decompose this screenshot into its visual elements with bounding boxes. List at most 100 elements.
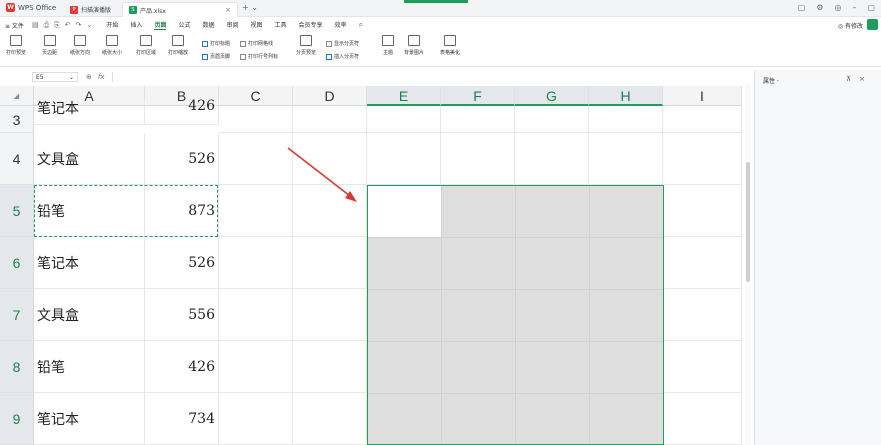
name-box[interactable]: E5 ⌄ bbox=[32, 72, 78, 82]
table-beautify-button[interactable]: 表格美化 bbox=[440, 35, 460, 56]
panel-controls: ⊼ × bbox=[846, 75, 865, 83]
share-button[interactable] bbox=[867, 19, 878, 30]
insert-page-break-button[interactable]: 插入分页符 bbox=[326, 53, 359, 60]
print-headings-checkbox[interactable]: 打印行号列标 bbox=[240, 53, 278, 60]
button-label: 主题 bbox=[382, 50, 393, 56]
menu-bar: ≡ 文件 ▤ ⎙ ⎘ ↶ ↷ ⌄ 开始 插入 页面 公式 数据 审阅 视图 工具… bbox=[0, 17, 881, 33]
menu-tab-insert[interactable]: 插入 bbox=[130, 20, 142, 30]
window-controls: ▢ ⚙ ◎ – ▢ bbox=[798, 3, 875, 12]
panel-title[interactable]: 属性 · bbox=[763, 76, 779, 85]
button-label: 纸张大小 bbox=[102, 50, 123, 56]
avatar-icon[interactable]: ◎ bbox=[834, 3, 841, 12]
button-label: 打印预览 bbox=[6, 50, 27, 56]
pdf-icon: P bbox=[70, 5, 78, 14]
app-name[interactable]: W WPS Office bbox=[6, 3, 56, 12]
properties-panel: 属性 · ⊼ × bbox=[754, 70, 881, 445]
formula-input[interactable] bbox=[112, 72, 748, 82]
orientation-icon bbox=[74, 35, 86, 46]
menu-tab-tools[interactable]: 工具 bbox=[275, 20, 287, 30]
tab-pdf[interactable]: P 扫描演播版 bbox=[64, 2, 122, 17]
cell-reference: E5 bbox=[36, 73, 44, 81]
header-footer-icon bbox=[202, 53, 208, 60]
scrollbar-thumb[interactable] bbox=[746, 162, 750, 282]
spreadsheet-grid[interactable]: ◢ A B C D E F G H I 3 笔记本 426 4 文具盒 526 5 铅笔 873 6 笔记本 526 7 文… bbox=[0, 86, 748, 445]
print-gridlines-checkbox[interactable]: 打印网格线 bbox=[240, 40, 273, 47]
title-bar: W WPS Office P 扫描演播版 S 产品.xlsx × + ⌄ ▢ ⚙… bbox=[0, 0, 881, 17]
menu-tab-formula[interactable]: 公式 bbox=[178, 20, 190, 30]
button-label: 表格美化 bbox=[440, 50, 461, 56]
print-area-button[interactable]: 打印区域 bbox=[136, 35, 156, 56]
insert-break-icon bbox=[326, 53, 332, 60]
print-titles-icon bbox=[202, 40, 208, 47]
accent-strip bbox=[404, 0, 468, 3]
print-preview-icon bbox=[10, 35, 22, 46]
show-page-breaks-checkbox[interactable]: 显示分页符 bbox=[326, 40, 359, 47]
maximize-icon[interactable]: ▢ bbox=[867, 3, 875, 12]
print-scale-button[interactable]: 打印缩放 bbox=[168, 35, 188, 56]
zoom-icon[interactable]: ⊕ bbox=[86, 73, 92, 81]
undo-icon[interactable]: ↶ bbox=[65, 21, 71, 30]
tab-label: 产品.xlsx bbox=[140, 7, 166, 15]
arrow-shaft bbox=[287, 147, 351, 197]
search-icon[interactable]: ⌕ bbox=[359, 20, 363, 30]
menu-tab-page[interactable]: 页面 bbox=[154, 20, 167, 30]
formula-bar: E5 ⌄ ⊕ fx bbox=[0, 70, 748, 84]
button-label: 打印标题 bbox=[210, 41, 231, 47]
button-label: 页边距 bbox=[42, 50, 58, 56]
chevron-down-icon[interactable]: ⌄ bbox=[69, 74, 74, 81]
orientation-button[interactable]: 纸张方向 bbox=[70, 35, 90, 56]
formula-icons: ⊕ fx bbox=[86, 73, 104, 81]
tab-spreadsheet[interactable]: S 产品.xlsx × bbox=[122, 2, 238, 17]
background-image-icon bbox=[408, 35, 420, 46]
chevron-down-icon[interactable]: ⌄ bbox=[87, 21, 93, 30]
minimize-icon[interactable]: – bbox=[852, 3, 856, 12]
close-icon[interactable]: × bbox=[225, 6, 231, 14]
redo-icon[interactable]: ↷ bbox=[76, 21, 82, 30]
fx-icon[interactable]: fx bbox=[98, 73, 105, 81]
app-name-label: WPS Office bbox=[18, 3, 57, 12]
menu-tab-view[interactable]: 视图 bbox=[251, 20, 263, 30]
copy-icon[interactable]: ⎘ bbox=[54, 21, 60, 30]
print-preview-button[interactable]: 打印预览 bbox=[6, 35, 26, 56]
menu-tab-member[interactable]: 会员专享 bbox=[299, 20, 323, 30]
menu-tab-efficiency[interactable]: 效率 bbox=[335, 20, 347, 30]
layout-icon[interactable]: ▢ bbox=[798, 3, 806, 12]
page-break-icon bbox=[300, 35, 312, 46]
file-menu[interactable]: ≡ 文件 bbox=[5, 21, 24, 30]
button-label: 分页预览 bbox=[296, 50, 317, 56]
menu-tabs: 开始 插入 页面 公式 数据 审阅 视图 工具 会员专享 效率 bbox=[106, 20, 347, 30]
margins-button[interactable]: 页边距 bbox=[42, 35, 57, 56]
menu-tab-data[interactable]: 数据 bbox=[202, 20, 214, 30]
checkbox-icon bbox=[240, 40, 246, 47]
print-titles-button[interactable]: 打印标题 bbox=[202, 40, 230, 47]
theme-button[interactable]: 主题 bbox=[382, 35, 394, 56]
margins-icon bbox=[43, 35, 56, 46]
pin-icon[interactable]: ⊼ bbox=[846, 75, 851, 83]
button-label: 打印区域 bbox=[136, 50, 157, 56]
menu-tab-review[interactable]: 审阅 bbox=[226, 20, 238, 30]
vertical-scrollbar[interactable] bbox=[745, 84, 751, 445]
tab-label: 扫描演播版 bbox=[81, 7, 112, 14]
menu-tab-home[interactable]: 开始 bbox=[106, 20, 118, 30]
wps-logo-icon: W bbox=[6, 3, 15, 12]
collaboration-status[interactable]: ◎ 有修改 bbox=[838, 21, 863, 30]
button-label: 插入分页符 bbox=[334, 54, 360, 60]
page-break-preview-button[interactable]: 分页预览 bbox=[296, 35, 316, 56]
save-icon[interactable]: ▤ bbox=[32, 21, 39, 30]
checkbox-label: 打印网格线 bbox=[248, 41, 274, 47]
print-area-icon bbox=[140, 35, 152, 46]
new-tab-button[interactable]: + ⌄ bbox=[242, 3, 258, 12]
annotation-arrow bbox=[287, 147, 357, 202]
background-image-button[interactable]: 背景图片 bbox=[404, 35, 424, 56]
settings-icon[interactable]: ⚙ bbox=[816, 3, 823, 12]
button-label: 背景图片 bbox=[404, 50, 425, 56]
header-footer-button[interactable]: 页眉页脚 bbox=[202, 53, 230, 60]
button-label: 页眉页脚 bbox=[210, 54, 231, 60]
print-icon[interactable]: ⎙ bbox=[44, 21, 50, 30]
checkbox-label: 打印行号列标 bbox=[248, 54, 279, 60]
close-icon[interactable]: × bbox=[859, 75, 865, 83]
beautify-icon bbox=[444, 35, 456, 46]
checkbox-label: 显示分页符 bbox=[334, 41, 360, 47]
paper-size-button[interactable]: 纸张大小 bbox=[102, 35, 122, 56]
paper-size-icon bbox=[106, 35, 118, 46]
